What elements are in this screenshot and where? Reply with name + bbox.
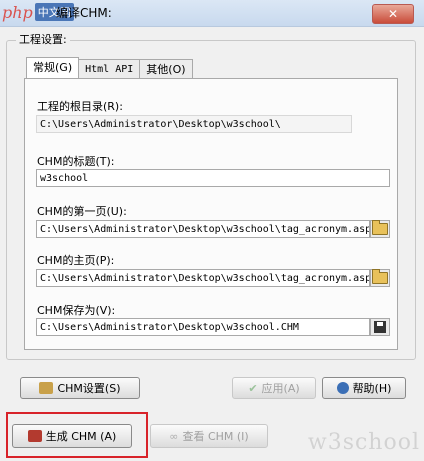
tab-html-api[interactable]: Html API	[78, 59, 141, 79]
first-page-label: CHM的第一页(U):	[37, 205, 127, 218]
chm-title-input[interactable]: w3school	[36, 169, 390, 187]
generate-chm-button[interactable]: 生成 CHM (A)	[12, 424, 132, 448]
first-page-browse-button[interactable]	[370, 220, 390, 238]
home-page-browse-button[interactable]	[370, 269, 390, 287]
folder-icon	[372, 220, 388, 235]
generate-chm-label: 生成 CHM (A)	[45, 430, 117, 443]
apply-button[interactable]: ✔ 应用(A)	[232, 377, 316, 399]
first-page-input[interactable]: C:\Users\Administrator\Desktop\w3school\…	[36, 220, 370, 238]
view-chm-label: 查看 CHM (I)	[182, 430, 249, 443]
root-dir-label: 工程的根目录(R):	[37, 100, 123, 113]
chm-settings-label: CHM设置(S)	[57, 382, 121, 395]
home-page-input[interactable]: C:\Users\Administrator\Desktop\w3school\…	[36, 269, 370, 287]
settings-icon	[39, 382, 54, 394]
help-icon	[336, 382, 349, 394]
tab-strip: 常规(G) Html API 其他(O)	[26, 57, 193, 79]
watermark: w3school	[307, 430, 420, 455]
apply-label: 应用(A)	[261, 382, 300, 395]
save-as-input[interactable]: C:\Users\Administrator\Desktop\w3school.…	[36, 318, 370, 336]
tab-other[interactable]: 其他(O)	[139, 59, 193, 79]
view-chm-button[interactable]: ∞ 查看 CHM (I)	[150, 424, 268, 448]
save-as-label: CHM保存为(V):	[37, 304, 116, 317]
logo-text: php	[2, 2, 33, 22]
tab-general[interactable]: 常规(G)	[26, 57, 80, 79]
book-icon	[27, 430, 42, 442]
folder-icon	[372, 269, 388, 284]
save-as-browse-button[interactable]	[370, 318, 390, 336]
help-button[interactable]: 帮助(H)	[322, 377, 406, 399]
save-disk-icon	[374, 321, 386, 333]
root-dir-field: C:\Users\Administrator\Desktop\w3school\	[36, 115, 352, 133]
group-label: 工程设置:	[16, 31, 70, 47]
glasses-icon: ∞	[169, 429, 179, 443]
home-page-label: CHM的主页(P):	[37, 254, 115, 267]
chm-settings-button[interactable]: CHM设置(S)	[20, 377, 140, 399]
close-button[interactable]: ✕	[372, 4, 414, 24]
chm-title-label: CHM的标题(T):	[37, 155, 115, 168]
title-bar: php 中文网 编译CHM: ✕	[0, 0, 424, 27]
window-title: 编译CHM:	[56, 6, 112, 20]
checkmark-icon: ✔	[248, 381, 258, 395]
help-label: 帮助(H)	[352, 382, 392, 395]
